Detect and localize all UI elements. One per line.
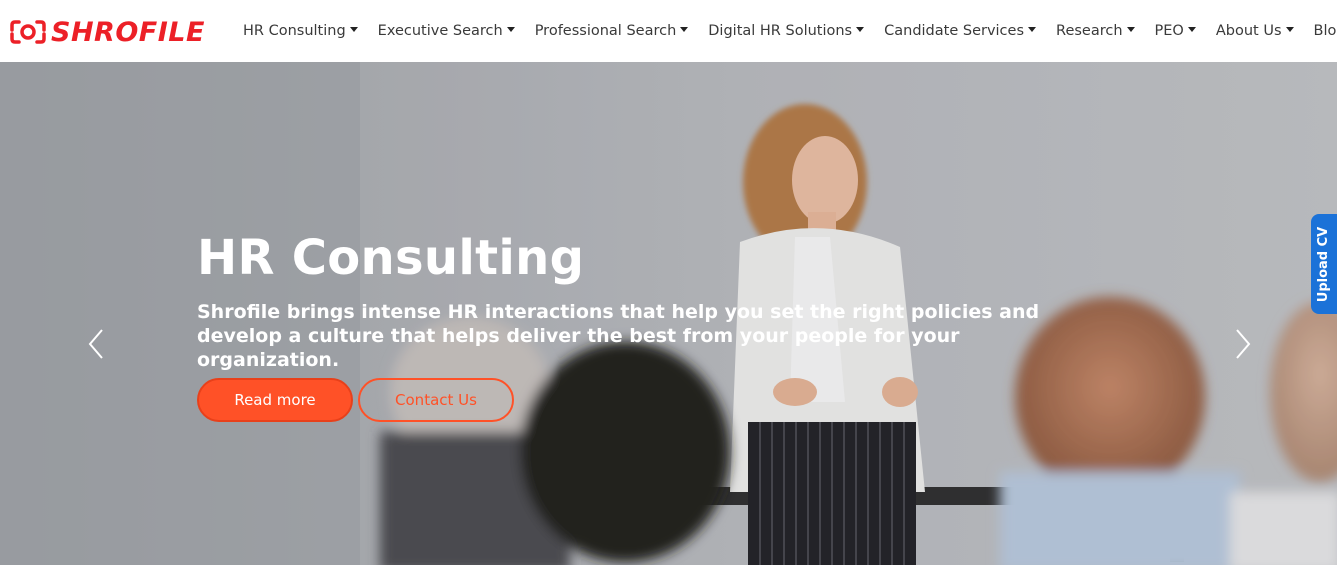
caret-down-icon: [1028, 26, 1037, 32]
nav-item-label: Research: [1056, 23, 1123, 39]
chevron-left-icon[interactable]: [86, 328, 106, 360]
hero-description: Shrofile brings intense HR interactions …: [197, 301, 1040, 371]
caret-down-icon: [856, 26, 865, 32]
hero-title: HR Consulting: [197, 230, 585, 286]
caret-down-icon: [1187, 26, 1196, 32]
top-navbar: SHROFILE HR Consulting Executive Search …: [0, 0, 1337, 62]
caret-down-icon: [349, 26, 358, 32]
nav-item-about-us[interactable]: About Us: [1216, 23, 1294, 39]
nav-item-professional-search[interactable]: Professional Search: [535, 23, 689, 39]
nav-item-label: Digital HR Solutions: [708, 23, 853, 39]
nav-item-label: PEO: [1154, 23, 1184, 39]
nav-item-label: HR Consulting: [243, 23, 346, 39]
upload-cv-tab[interactable]: Upload CV: [1311, 214, 1337, 314]
nav-item-label: Professional Search: [534, 23, 677, 39]
main-menu: HR Consulting Executive Search Professio…: [243, 0, 1337, 62]
chevron-right-icon[interactable]: [1233, 328, 1253, 360]
read-more-label: Read more: [234, 391, 316, 409]
nav-item-peo[interactable]: PEO: [1155, 23, 1196, 39]
nav-item-label: Candidate Services: [884, 23, 1025, 39]
nav-item-label: Blog: [1313, 23, 1337, 39]
logo-icon: [10, 20, 46, 44]
nav-item-executive-search[interactable]: Executive Search: [378, 23, 515, 39]
upload-cv-label: Upload CV: [1316, 226, 1332, 302]
caret-down-icon: [1285, 26, 1294, 32]
nav-item-digital-hr-solutions[interactable]: Digital HR Solutions: [708, 23, 865, 39]
nav-item-candidate-services[interactable]: Candidate Services: [884, 23, 1037, 39]
hero-carousel: HR Consulting Shrofile brings intense HR…: [0, 62, 1337, 565]
contact-us-label: Contact Us: [395, 391, 477, 409]
contact-us-button[interactable]: Contact Us: [358, 378, 514, 422]
brand-logo[interactable]: SHROFILE: [10, 15, 205, 49]
nav-item-blog[interactable]: Blog: [1314, 23, 1337, 39]
read-more-button[interactable]: Read more: [197, 378, 353, 422]
brand-name: SHROFILE: [51, 16, 205, 48]
caret-down-icon: [506, 26, 515, 32]
caret-down-icon: [1126, 26, 1135, 32]
nav-item-label: Executive Search: [377, 23, 503, 39]
nav-item-label: About Us: [1215, 23, 1282, 39]
caret-down-icon: [680, 26, 689, 32]
nav-item-hr-consulting[interactable]: HR Consulting: [243, 23, 358, 39]
nav-item-research[interactable]: Research: [1056, 23, 1135, 39]
